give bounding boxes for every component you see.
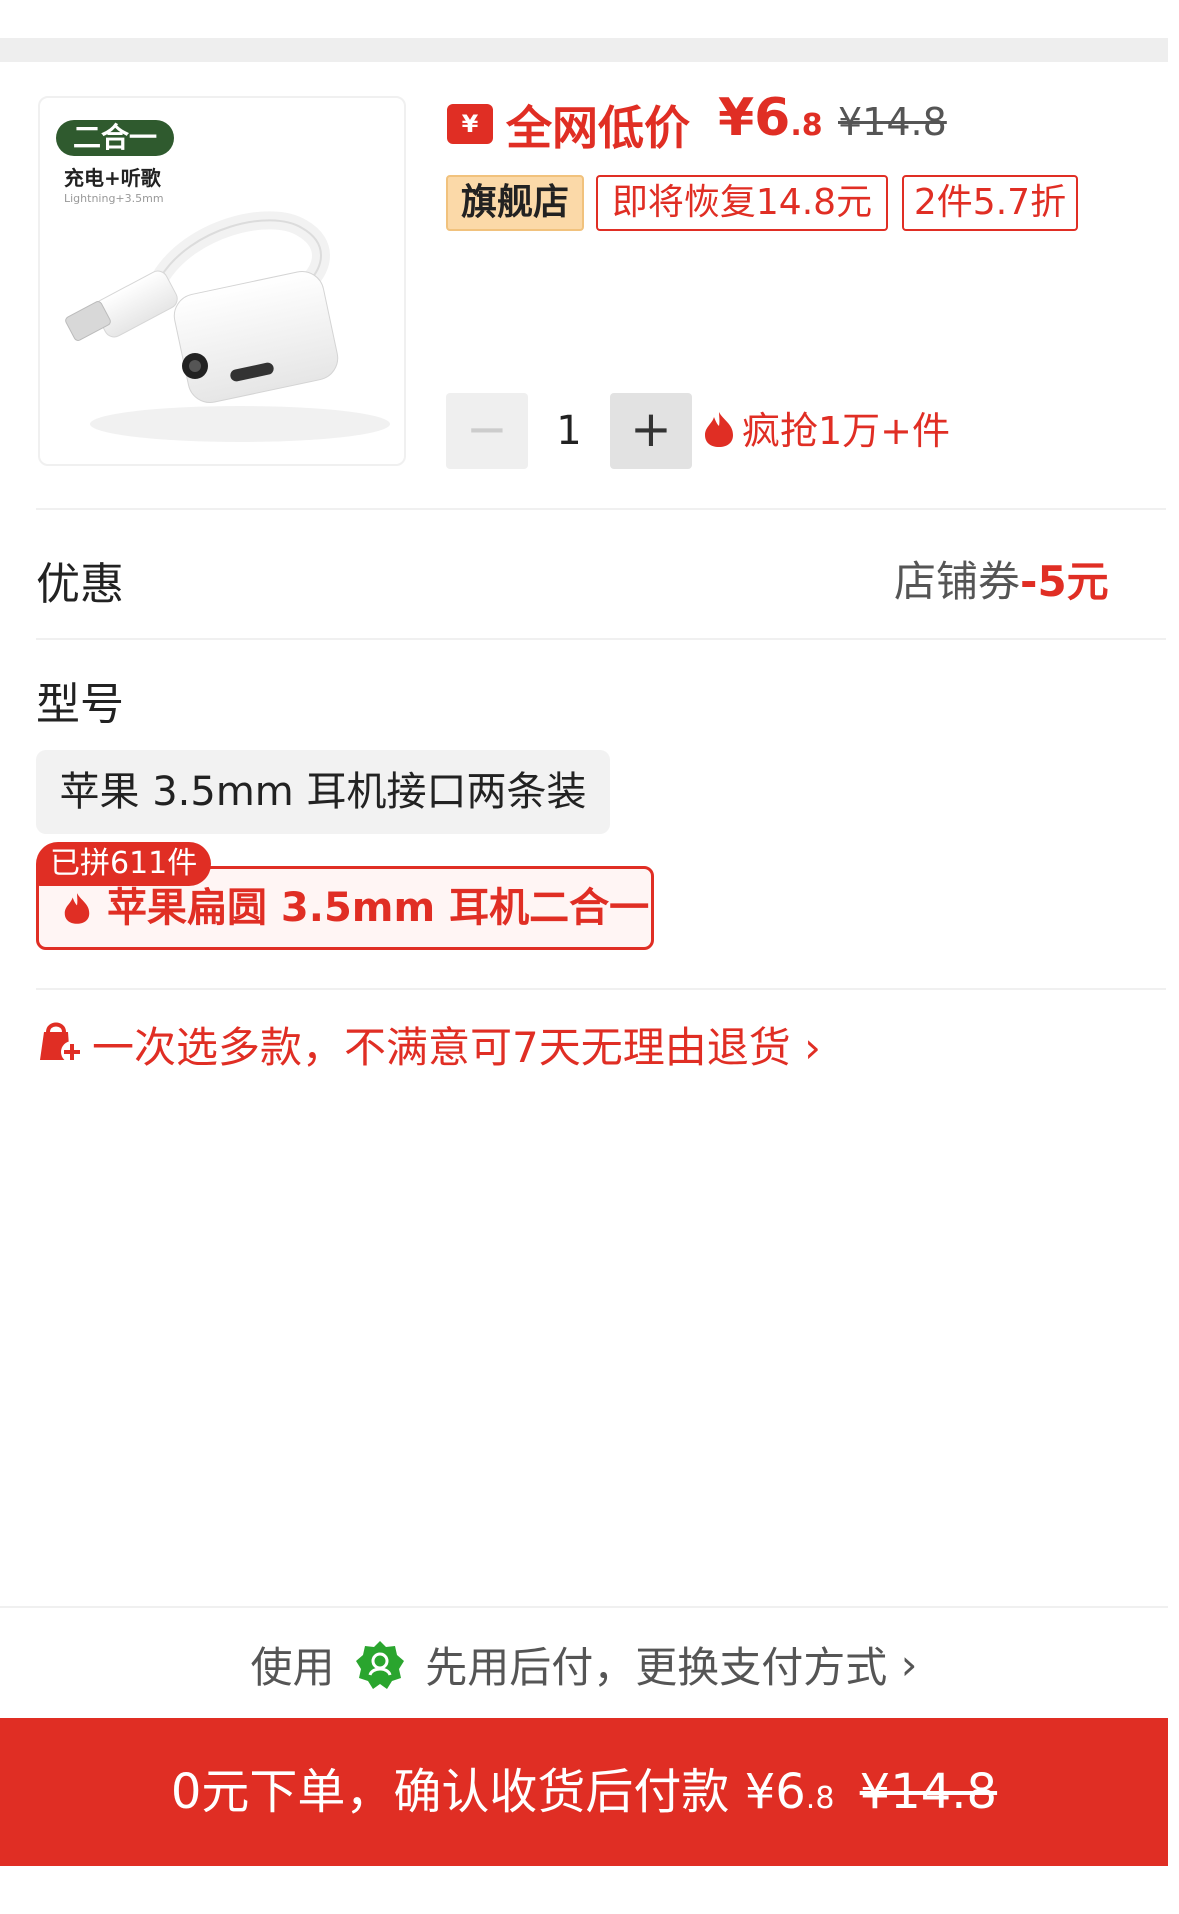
original-price: ¥14.8 <box>838 100 947 144</box>
payment-prefix: 使用 <box>250 1643 335 1692</box>
coupon-amount: -5元 <box>1020 557 1109 606</box>
top-strip <box>0 0 1179 38</box>
discount-title: 优惠 <box>36 559 124 610</box>
coupon-label: 店铺券 <box>894 557 1021 606</box>
divider <box>36 638 1166 640</box>
order-price-cents: .8 <box>805 1781 835 1816</box>
product-image[interactable]: 二合一 充电+听歌 Lightning+3.5mm <box>38 96 406 466</box>
quantity-decrease-button[interactable]: − <box>446 393 528 469</box>
chevron-right-icon: › <box>900 1640 918 1689</box>
hot-sale-count: 疯抢1万+件 <box>742 409 951 453</box>
order-label: 0元下单，确认收货后付款 <box>170 1764 730 1820</box>
chevron-right-icon: › <box>804 1023 821 1072</box>
return-promise-link[interactable]: 一次选多款，不满意可7天无理由退货 › <box>92 1014 821 1075</box>
group-buy-badge: 已拼611件 <box>36 842 212 886</box>
place-order-button[interactable]: 0元下单，确认收货后付款 ¥6.8 ¥14.8 <box>0 1718 1168 1866</box>
price-tag-icon: ¥ <box>447 104 493 144</box>
flame-icon <box>64 893 90 924</box>
adapter-illustration <box>65 211 390 442</box>
order-price-original: ¥14.8 <box>859 1764 998 1820</box>
multi-buy-discount-tag: 2件5.7折 <box>902 175 1078 231</box>
price-main: ¥6 <box>718 88 791 148</box>
payment-method: 先用后付，更换支付方式 <box>425 1643 888 1692</box>
flame-icon <box>705 412 733 447</box>
divider <box>0 1606 1168 1608</box>
shop-coupon[interactable]: 店铺券-5元 <box>894 548 1109 609</box>
divider <box>36 988 1166 990</box>
quantity-value[interactable]: 1 <box>530 393 608 469</box>
bottom-strip <box>0 1866 1179 1914</box>
promise-text: 一次选多款，不满意可7天无理由退货 <box>92 1023 791 1072</box>
price-cents: .8 <box>790 108 823 143</box>
order-price-main: ¥6 <box>744 1764 806 1820</box>
price-restore-tag: 即将恢复14.8元 <box>596 175 888 231</box>
flagship-store-tag: 旗舰店 <box>446 175 584 231</box>
pay-later-badge-icon <box>355 1640 404 1689</box>
quantity-increase-button[interactable]: + <box>610 393 692 469</box>
payment-method-switch[interactable]: 使用 先用后付，更换支付方式 › <box>0 1634 1168 1695</box>
shopping-bag-plus-icon <box>40 1022 83 1063</box>
model-title: 型号 <box>36 679 124 730</box>
divider <box>36 508 1166 510</box>
current-price: ¥6.8 <box>718 88 823 148</box>
price-label: 全网低价 <box>506 101 690 155</box>
top-separator <box>0 38 1168 62</box>
model-option-two-pack[interactable]: 苹果 3.5mm 耳机接口两条装 <box>36 750 610 834</box>
